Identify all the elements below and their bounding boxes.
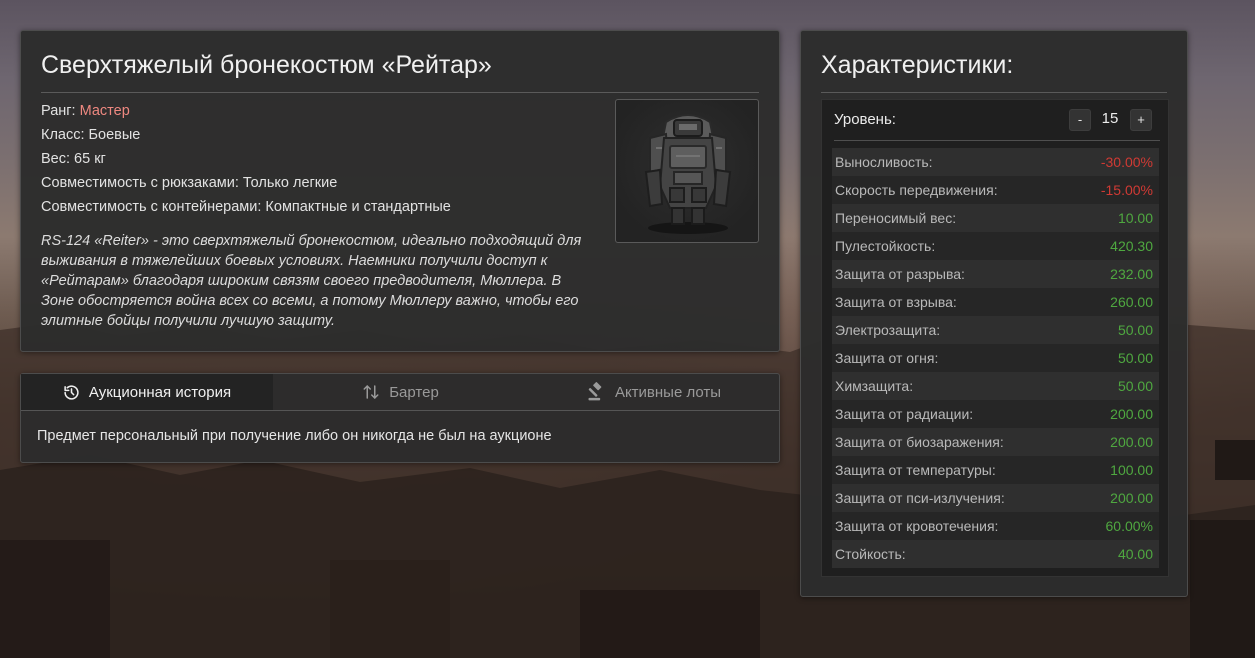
stat-value: 200.00 — [1110, 434, 1153, 450]
stat-value: 420.30 — [1110, 238, 1153, 254]
stat-value: 260.00 — [1110, 294, 1153, 310]
auction-tabs-panel: Аукционная история Бартер Активные лоты … — [20, 373, 780, 463]
tab-auction-history[interactable]: Аукционная история — [21, 374, 273, 410]
stat-row: Скорость передвижения: -15.00% — [832, 176, 1159, 204]
history-icon — [64, 384, 79, 400]
stat-name: Защита от разрыва: — [835, 266, 965, 282]
stat-value: 50.00 — [1117, 322, 1153, 338]
stat-name: Химзащита: — [835, 378, 914, 394]
item-backpack-compat: Совместимость с рюкзаками: Только легкие — [41, 175, 338, 191]
item-rank: Ранг: Мастер — [41, 99, 601, 123]
item-description: RS-124 «Reiter» - это сверхтяжелый броне… — [41, 233, 582, 329]
stat-name: Защита от кровотечения: — [835, 518, 999, 534]
stat-row: Защита от температуры: 100.00 — [832, 456, 1159, 484]
item-info-panel: Сверхтяжелый бронекостюм «Рейтар» Ранг: … — [20, 30, 780, 352]
stat-row: Пулестойкость: 420.30 — [832, 232, 1159, 260]
stat-value: 40.00 — [1117, 546, 1153, 562]
stat-value: 50.00 — [1117, 350, 1153, 366]
stats-box: Уровень: - 15 + Выносливость: -30.00% Скор… — [821, 99, 1169, 577]
stat-name: Переносимый вес: — [835, 210, 957, 226]
tab-bar: Аукционная история Бартер Активные лоты — [21, 374, 779, 411]
stats-title: Характеристики: — [821, 51, 1167, 93]
tab-label: Активные лоты — [614, 383, 722, 401]
stat-value: 50.00 — [1117, 378, 1153, 394]
tab-label: Бартер — [389, 383, 439, 401]
stat-value: -15.00% — [1100, 182, 1153, 198]
stat-name: Выносливость: — [835, 154, 933, 170]
stat-row: Выносливость: -30.00% — [832, 148, 1159, 176]
item-properties: Ранг: Мастер Класс: Боевые Вес: 65 кг Со… — [41, 99, 601, 219]
stat-list: Выносливость: -30.00% Скорость передвижени… — [832, 148, 1159, 568]
stat-value: 200.00 — [1110, 406, 1153, 422]
stat-row: Защита от взрыва: 260.00 — [832, 288, 1159, 316]
tab-active-lots[interactable]: Активные лоты — [528, 374, 779, 410]
item-class: Класс: Боевые — [41, 127, 141, 143]
stat-row: Защита от пси-излучения: 200.00 — [832, 484, 1159, 512]
stat-value: 100.00 — [1110, 462, 1153, 478]
stat-row: Защита от радиации: 200.00 — [832, 400, 1159, 428]
stat-value: -30.00% — [1100, 154, 1153, 170]
stat-row: Электрозащита: 50.00 — [832, 316, 1159, 344]
stat-row: Защита от огня: 50.00 — [832, 344, 1159, 372]
stat-name: Защита от биозаражения: — [835, 434, 1004, 450]
stat-name: Пулестойкость: — [835, 238, 936, 254]
tab-content-message: Предмет персональный при получение либо … — [37, 428, 552, 444]
swap-arrows-icon — [363, 385, 379, 399]
stat-row: Переносимый вес: 10.00 — [832, 204, 1159, 232]
item-image — [615, 99, 759, 243]
level-row: Уровень: - 15 + — [834, 100, 1160, 141]
stat-name: Защита от температуры: — [835, 462, 996, 478]
tab-label: Аукционная история — [88, 383, 232, 401]
stat-row: Защита от биозаражения: 200.00 — [832, 428, 1159, 456]
stat-row: Стойкость: 40.00 — [832, 540, 1159, 568]
stat-row: Защита от кровотечения: 60.00% — [832, 512, 1159, 540]
stat-value: 232.00 — [1110, 266, 1153, 282]
stat-name: Защита от радиации: — [835, 406, 974, 422]
level-label: Уровень: — [834, 111, 896, 128]
stat-value: 200.00 — [1110, 490, 1153, 506]
level-decrease-button[interactable]: - — [1069, 109, 1091, 131]
stat-name: Защита от огня: — [835, 350, 939, 366]
item-weight: Вес: 65 кг — [41, 151, 106, 167]
level-increase-button[interactable]: + — [1130, 109, 1152, 131]
stat-name: Защита от пси-излучения: — [835, 490, 1005, 506]
stats-panel: Характеристики: Уровень: - 15 + Вынослив… — [800, 30, 1188, 597]
stat-value: 10.00 — [1117, 210, 1153, 226]
stat-row: Защита от разрыва: 232.00 — [832, 260, 1159, 288]
stat-row: Химзащита: 50.00 — [832, 372, 1159, 400]
stat-name: Электрозащита: — [835, 322, 941, 338]
stat-name: Защита от взрыва: — [835, 294, 957, 310]
tab-barter[interactable]: Бартер — [273, 374, 528, 410]
rank-label: Ранг: — [41, 103, 76, 119]
item-title: Сверхтяжелый бронекостюм «Рейтар» — [41, 51, 759, 93]
level-value: 15 — [1101, 110, 1119, 127]
rank-value: Мастер — [79, 103, 130, 119]
armor-suit-icon — [644, 114, 732, 234]
stat-name: Скорость передвижения: — [835, 182, 998, 198]
gavel-icon — [588, 382, 602, 401]
item-container-compat: Совместимость с контейнерами: Компактные… — [41, 199, 451, 215]
stat-name: Стойкость: — [835, 546, 906, 562]
stat-value: 60.00% — [1105, 518, 1153, 534]
